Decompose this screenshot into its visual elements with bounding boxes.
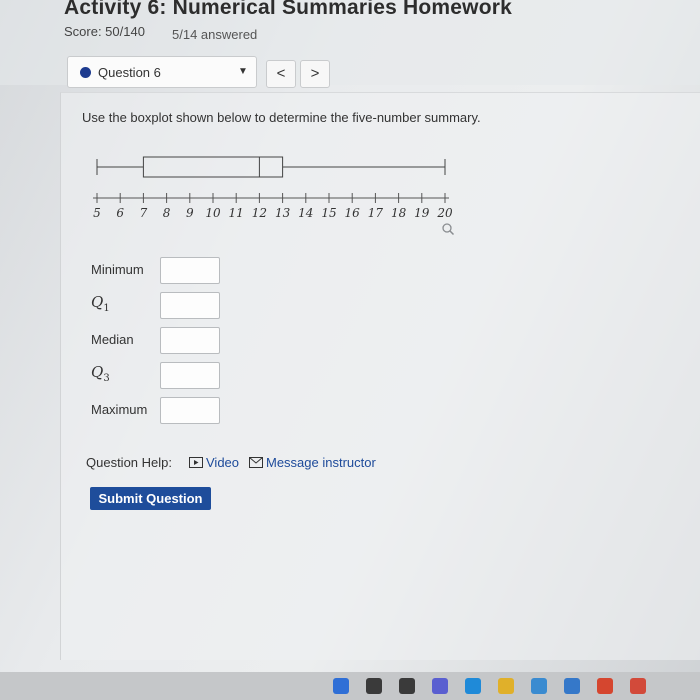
- zoom-icon[interactable]: [441, 222, 455, 236]
- dropdown-caret-icon: ▼: [238, 66, 248, 77]
- edge-icon[interactable]: [465, 678, 481, 694]
- maximum-label: Maximum: [91, 402, 148, 417]
- minimum-input[interactable]: [160, 257, 220, 284]
- question-prompt: Use the boxplot shown below to determine…: [82, 110, 481, 125]
- x-tick-label: 8: [163, 206, 171, 220]
- previous-question-button[interactable]: <: [266, 60, 296, 88]
- question-selector-label: Question 6: [98, 65, 161, 80]
- x-tick-label: 15: [321, 206, 336, 220]
- chrome-icon[interactable]: [630, 678, 646, 694]
- boxplot-chart: 5 6 7 8 9 10 11 12 13 14 15 16 17 18 19 20: [93, 156, 453, 220]
- x-tick-label: 6: [116, 206, 124, 220]
- folder-icon[interactable]: [498, 678, 514, 694]
- x-tick-label: 14: [298, 206, 313, 220]
- chat-icon[interactable]: [432, 678, 448, 694]
- next-question-button[interactable]: >: [300, 60, 330, 88]
- minimum-label: Minimum: [91, 262, 144, 277]
- iqr-box: [142, 156, 284, 178]
- x-tick-label: 9: [186, 206, 194, 220]
- x-tick-label: 11: [229, 206, 244, 220]
- x-tick-label: 19: [414, 206, 430, 220]
- video-icon: [189, 457, 203, 468]
- answered-count: 5/14 answered: [172, 27, 258, 42]
- x-tick-label: 7: [140, 206, 148, 220]
- x-tick-label: 18: [391, 206, 407, 220]
- median-label: Median: [91, 332, 134, 347]
- question-status-dot: [80, 67, 91, 78]
- x-tick-label: 16: [345, 206, 361, 220]
- video-link[interactable]: Video: [206, 455, 239, 470]
- search-icon[interactable]: [366, 678, 382, 694]
- submit-question-button[interactable]: Submit Question: [90, 487, 211, 510]
- mail-icon: [249, 457, 263, 468]
- maximum-input[interactable]: [160, 397, 220, 424]
- store-icon[interactable]: [531, 678, 547, 694]
- x-tick-label: 12: [252, 206, 267, 220]
- page-title: Activity 6: Numerical Summaries Homework: [64, 0, 512, 19]
- x-tick-label: 13: [275, 206, 291, 220]
- x-tick-label: 10: [205, 206, 221, 220]
- message-instructor-link[interactable]: Message instructor: [266, 455, 376, 470]
- question-help-label: Question Help:: [86, 455, 172, 470]
- x-tick-label: 5: [93, 206, 101, 220]
- office-icon[interactable]: [597, 678, 613, 694]
- x-tick-label: 20: [436, 206, 453, 220]
- taskbar: [0, 672, 700, 700]
- q3-input[interactable]: [160, 362, 220, 389]
- file-explorer-icon[interactable]: [399, 678, 415, 694]
- x-tick-label: 17: [368, 206, 384, 220]
- q1-input[interactable]: [160, 292, 220, 319]
- median-input[interactable]: [160, 327, 220, 354]
- q1-label: Q1: [91, 293, 110, 314]
- score-text: Score: 50/140: [64, 24, 145, 39]
- question-selector[interactable]: Question 6 ▼: [67, 56, 257, 88]
- q3-label: Q3: [91, 363, 110, 384]
- screen: Activity 6: Numerical Summaries Homework…: [0, 0, 700, 700]
- mail-icon[interactable]: [564, 678, 580, 694]
- windows-icon[interactable]: [333, 678, 349, 694]
